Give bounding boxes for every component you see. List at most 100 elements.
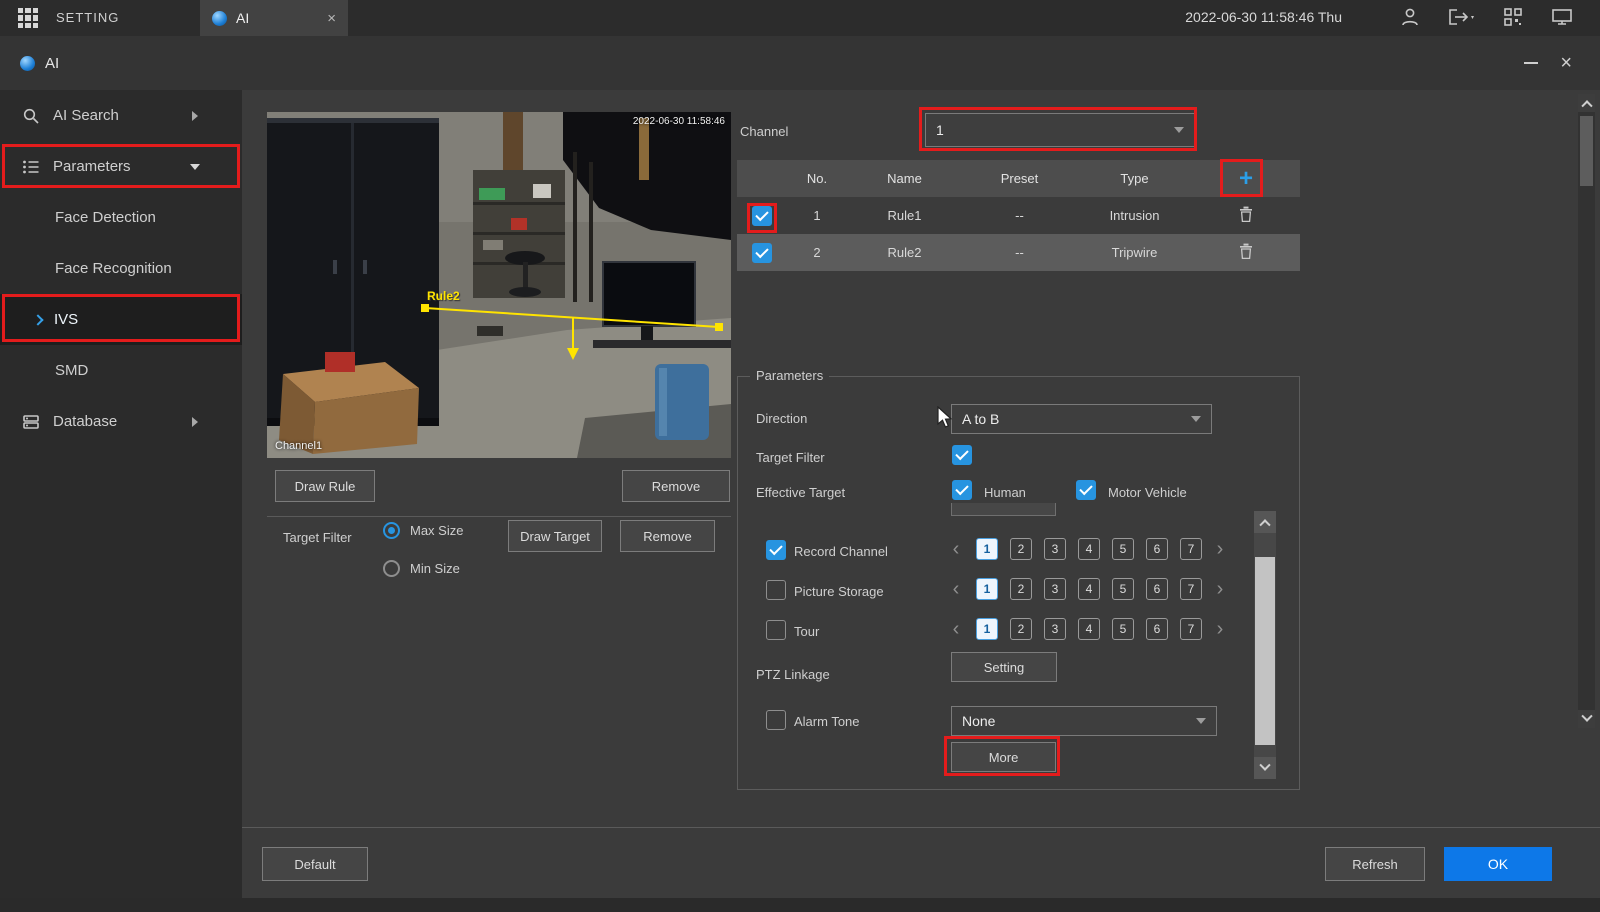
channel-box-5[interactable]: 5	[1112, 618, 1134, 640]
table-row[interactable]: 1 Rule1 -- Intrusion	[737, 197, 1300, 234]
channel-box-7[interactable]: 7	[1180, 578, 1202, 600]
scroll-up-icon[interactable]	[1578, 94, 1595, 112]
prev-channels-icon[interactable]: ‹	[948, 578, 964, 600]
delete-icon[interactable]	[1239, 243, 1253, 259]
scroll-down-icon[interactable]	[1254, 757, 1276, 779]
human-label: Human	[984, 485, 1026, 500]
channel-box-4[interactable]: 4	[1078, 538, 1100, 560]
footer: Default Refresh OK	[242, 827, 1600, 898]
channel-box-7[interactable]: 7	[1180, 538, 1202, 560]
rule2-checkbox[interactable]	[752, 243, 772, 263]
draw-target-button[interactable]: Draw Target	[508, 520, 602, 552]
qr-code-icon[interactable]	[1502, 6, 1524, 28]
radio-selected-icon	[383, 522, 400, 539]
tab-ai[interactable]: AI ×	[200, 0, 348, 36]
window-titlebar: AI ×	[0, 36, 1600, 90]
next-channels-icon[interactable]: ›	[1212, 538, 1228, 560]
channel-dropdown[interactable]: 1	[925, 113, 1195, 147]
alarm-tone-dropdown[interactable]: None	[951, 706, 1217, 736]
min-size-radio[interactable]: Min Size	[383, 560, 460, 577]
prev-channels-icon[interactable]: ‹	[948, 618, 964, 640]
window-close-icon[interactable]: ×	[1560, 53, 1572, 73]
channel-label: Channel	[740, 124, 788, 139]
max-size-radio[interactable]: Max Size	[383, 522, 463, 539]
picture-storage-checkbox[interactable]	[766, 580, 786, 600]
refresh-button[interactable]: Refresh	[1325, 847, 1425, 881]
channel-box-3[interactable]: 3	[1044, 578, 1066, 600]
window-scrollbar[interactable]	[1578, 94, 1595, 728]
draw-rule-button[interactable]: Draw Rule	[275, 470, 375, 502]
taskbar: SETTING AI × 2022-06-30 11:58:46 Thu	[0, 0, 1600, 36]
tour-checkbox[interactable]	[766, 620, 786, 640]
channel-box-5[interactable]: 5	[1112, 538, 1134, 560]
ok-button[interactable]: OK	[1444, 847, 1552, 881]
tab-close-icon[interactable]: ×	[327, 11, 336, 26]
delete-icon[interactable]	[1239, 206, 1253, 222]
user-icon[interactable]	[1400, 6, 1420, 28]
next-channels-icon[interactable]: ›	[1212, 578, 1228, 600]
sidebar-item-face-detection[interactable]: Face Detection	[0, 192, 242, 243]
channel-box-1[interactable]: 1	[976, 618, 998, 640]
collapse-arrow-icon	[190, 164, 200, 170]
channel-box-1[interactable]: 1	[976, 578, 998, 600]
sidebar-item-database[interactable]: Database	[0, 396, 242, 447]
logout-icon[interactable]	[1446, 6, 1476, 28]
main-menu-icon[interactable]	[18, 8, 38, 28]
window-title: AI	[45, 55, 59, 72]
channel-box-2[interactable]: 2	[1010, 538, 1032, 560]
next-channels-icon[interactable]: ›	[1212, 618, 1228, 640]
display-icon[interactable]	[1550, 6, 1574, 28]
sidebar-item-face-recognition[interactable]: Face Recognition	[0, 243, 242, 294]
chevron-down-icon	[1174, 127, 1184, 133]
ai-search-icon	[22, 107, 40, 125]
alarm-tone-checkbox[interactable]	[766, 710, 786, 730]
sidebar-item-ivs[interactable]: IVS	[0, 294, 242, 345]
sidebar-item-parameters[interactable]: Parameters	[0, 141, 242, 192]
tab-label: AI	[236, 10, 249, 26]
channel-box-7[interactable]: 7	[1180, 618, 1202, 640]
more-button[interactable]: More	[951, 742, 1056, 772]
channel-box-3[interactable]: 3	[1044, 538, 1066, 560]
motor-vehicle-checkbox[interactable]	[1076, 480, 1096, 500]
rule1-checkbox[interactable]	[752, 206, 772, 226]
channel-box-6[interactable]: 6	[1146, 618, 1168, 640]
parameters-group: Parameters Direction A to B Target Filte…	[737, 376, 1300, 790]
ptz-setting-button[interactable]: Setting	[951, 652, 1057, 682]
target-filter-checkbox[interactable]	[952, 445, 972, 465]
channel-value: 1	[936, 122, 944, 138]
record-channel-checkbox[interactable]	[766, 540, 786, 560]
channel-box-6[interactable]: 6	[1146, 578, 1168, 600]
chevron-down-icon	[1196, 718, 1206, 724]
table-row[interactable]: 2 Rule2 -- Tripwire	[737, 234, 1300, 271]
channel-box-6[interactable]: 6	[1146, 538, 1168, 560]
human-checkbox[interactable]	[952, 480, 972, 500]
scroll-up-icon[interactable]	[1254, 511, 1276, 533]
channel-box-3[interactable]: 3	[1044, 618, 1066, 640]
remove-target-button[interactable]: Remove	[620, 520, 715, 552]
channel-box-2[interactable]: 2	[1010, 618, 1032, 640]
channel-box-4[interactable]: 4	[1078, 618, 1100, 640]
channel-box-1[interactable]: 1	[976, 538, 998, 560]
direction-label: Direction	[756, 411, 807, 426]
clipped-button[interactable]	[951, 503, 1056, 516]
channel-box-5[interactable]: 5	[1112, 578, 1134, 600]
camera-preview[interactable]: 2022-06-30 11:58:46 Channel1 Rule2	[267, 112, 731, 458]
default-button[interactable]: Default	[262, 847, 368, 881]
remove-rule-button[interactable]: Remove	[622, 470, 730, 502]
screen: SETTING AI × 2022-06-30 11:58:46 Thu AI …	[0, 0, 1600, 912]
sidebar-item-ai-search[interactable]: AI Search	[0, 90, 242, 141]
channel-box-2[interactable]: 2	[1010, 578, 1032, 600]
scrollbar-thumb[interactable]	[1580, 116, 1593, 186]
minimize-icon[interactable]	[1524, 62, 1538, 64]
parameters-scrollbar[interactable]	[1254, 511, 1276, 779]
channel-box-4[interactable]: 4	[1078, 578, 1100, 600]
add-rule-button[interactable]: +	[1239, 165, 1253, 192]
window-bottom-edge	[0, 898, 1600, 912]
scrollbar-thumb[interactable]	[1255, 557, 1275, 745]
alarm-tone-value: None	[962, 713, 995, 729]
col-no: No.	[787, 171, 847, 186]
direction-dropdown[interactable]: A to B	[951, 404, 1212, 434]
sidebar-item-smd[interactable]: SMD	[0, 345, 242, 396]
scroll-down-icon[interactable]	[1578, 710, 1595, 728]
prev-channels-icon[interactable]: ‹	[948, 538, 964, 560]
